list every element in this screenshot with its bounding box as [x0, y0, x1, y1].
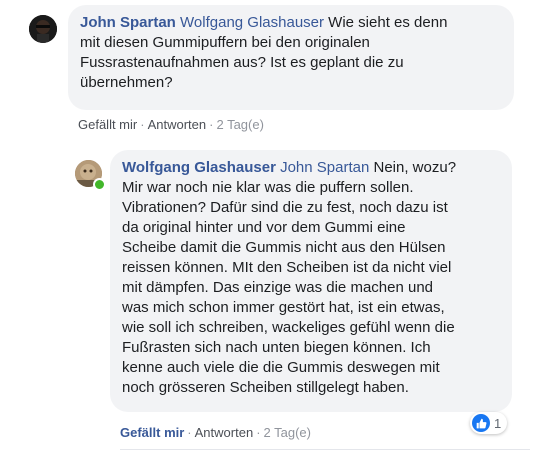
- divider: [120, 449, 530, 462]
- comment-text-line: wie soll ich schreiben, wackeliges gefüh…: [122, 319, 455, 336]
- comment-text-line: Scheibe damit die Gummis nicht aus den H…: [122, 239, 446, 256]
- reply-actions: Gefällt mir · Antworten · 2 Tag(e): [120, 424, 311, 442]
- avatar-john-spartan[interactable]: [29, 15, 57, 43]
- comment-text-line: übernehmen?: [80, 74, 173, 91]
- comment-text-line: was mich schon immer gestört hat, ist ei…: [122, 299, 445, 316]
- comment-text-line: da original hinter und vor dem Gummi ein…: [122, 219, 406, 236]
- author-name[interactable]: Wolfgang Glashauser: [122, 159, 276, 176]
- comment-bubble: John Spartan Wolfgang Glashauser Wie sie…: [68, 5, 514, 110]
- comment-first-line: John Spartan Wolfgang Glashauser Wie sie…: [80, 13, 502, 33]
- comment-text: Wie sieht es denn: [324, 14, 448, 31]
- online-status-icon: [93, 178, 106, 191]
- avatar-wolfgang-glashauser[interactable]: [75, 160, 106, 191]
- separator: ·: [209, 117, 214, 132]
- separator: ·: [140, 117, 145, 132]
- separator: ·: [187, 425, 192, 440]
- comment-text-line: Fußrasten sich nach unten biegen können.…: [122, 339, 431, 356]
- comment-actions: Gefällt mir · Antworten · 2 Tag(e): [78, 116, 264, 134]
- comment-text-line: mit dämpfen. Das einzige was die machen …: [122, 279, 434, 296]
- comment-text-line: noch grösseren Scheiben stillgelegt habe…: [122, 379, 409, 396]
- comment-text: Nein, wozu?: [369, 159, 457, 176]
- reaction-count[interactable]: 1: [470, 412, 508, 434]
- reply-bubble: Wolfgang Glashauser John Spartan Nein, w…: [110, 150, 512, 412]
- reaction-count-label: 1: [494, 415, 502, 431]
- mention-tag[interactable]: John Spartan: [280, 159, 369, 176]
- reply-button[interactable]: Antworten: [195, 425, 254, 440]
- comment-text-line: Fussrastenaufnahmen aus? Ist es geplant …: [80, 54, 404, 71]
- comment-text-line: reissen können. MIt den Scheiben ist da …: [122, 259, 452, 276]
- comment-text-line: Mir war noch nie klar was die puffern so…: [122, 179, 414, 196]
- separator: ·: [256, 425, 261, 440]
- comment-text-line: mit diesen Gummipuffern bei den original…: [80, 34, 370, 51]
- comment-timestamp[interactable]: 2 Tag(e): [264, 425, 311, 440]
- comment-text-line: kenne auch viele die die Gummis deswegen…: [122, 359, 440, 376]
- like-button[interactable]: Gefällt mir: [120, 425, 184, 440]
- mention-tag[interactable]: Wolfgang Glashauser: [180, 14, 324, 31]
- comment-text-line: Vibrationen? Dafür sind die zu fest, noc…: [122, 199, 448, 216]
- author-name[interactable]: John Spartan: [80, 14, 176, 31]
- reply-button[interactable]: Antworten: [148, 117, 207, 132]
- like-icon: [472, 414, 490, 432]
- comment-timestamp[interactable]: 2 Tag(e): [216, 117, 263, 132]
- comment-first-line: Wolfgang Glashauser John Spartan Nein, w…: [122, 158, 500, 178]
- profile-photo-icon: [29, 15, 57, 43]
- like-button[interactable]: Gefällt mir: [78, 117, 137, 132]
